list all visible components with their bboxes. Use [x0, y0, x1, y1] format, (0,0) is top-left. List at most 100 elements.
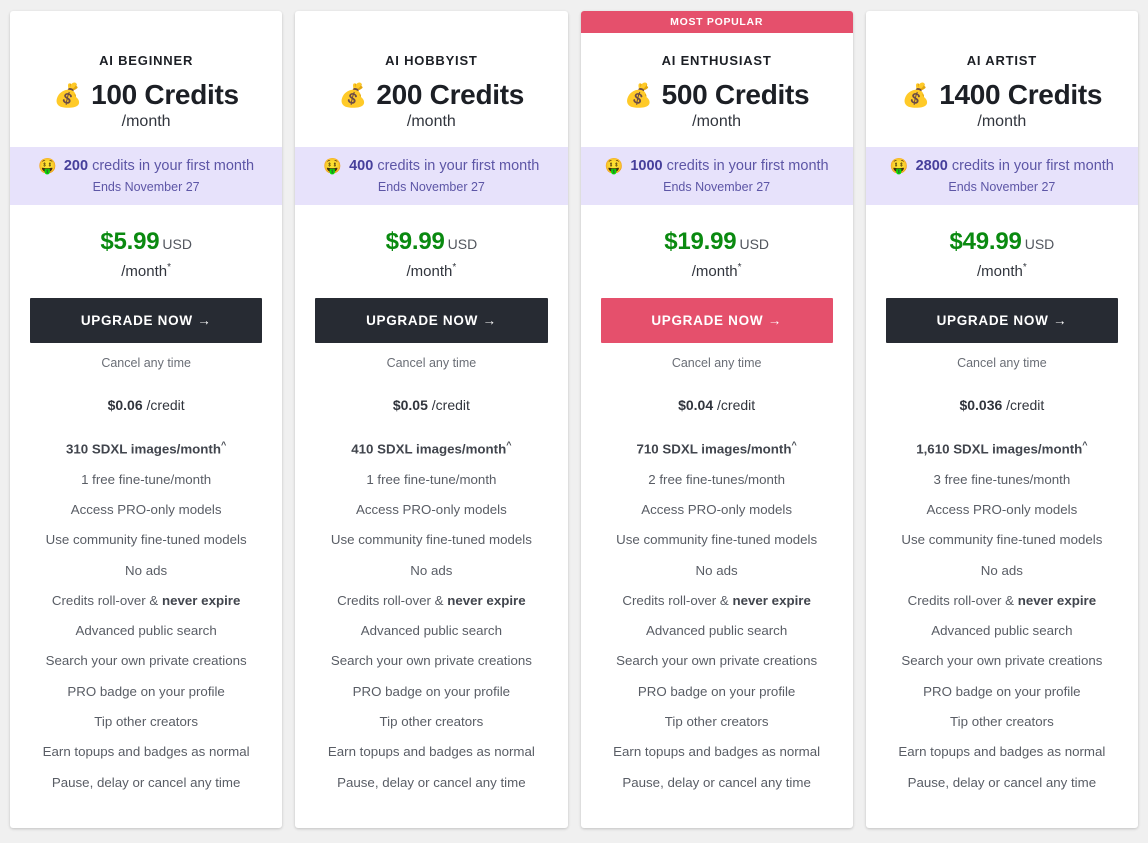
per-credit-amount: $0.05: [392, 397, 428, 414]
feature-text: Advanced public search: [931, 623, 1073, 639]
feature-text: PRO badge on your profile: [637, 683, 796, 699]
price-currency: USD: [1024, 235, 1055, 252]
feature-item: Earn topups and badges as normal: [18, 744, 274, 759]
per-credit-amount: $0.04: [678, 397, 714, 414]
upgrade-now-label: UPGRADE NOW: [366, 313, 479, 329]
feature-item: Use community fine-tuned models: [589, 532, 845, 547]
feature-item: Earn topups and badges as normal: [589, 744, 845, 759]
arrow-right-icon: →: [197, 313, 212, 329]
price-period: /month*: [593, 262, 841, 280]
feature-item: Access PRO-only models: [303, 502, 559, 517]
plan-card: AI HOBBYIST 💰 200 Credits/month 🤑 400 credit…: [295, 11, 568, 828]
feature-text: 310 SDXL images/month: [66, 441, 221, 457]
feature-item: No ads: [18, 563, 274, 578]
feature-list: 710 SDXL images/month^ 2 free fine-tunes/…: [581, 413, 853, 828]
cta-wrapper: UPGRADE NOW →: [10, 280, 282, 344]
feature-item: Use community fine-tuned models: [874, 532, 1130, 547]
price-asterisk: *: [452, 262, 457, 274]
plan-card: MOST POPULAR AI ENTHUSIAST 💰 500 Credits/mo…: [580, 11, 853, 828]
feature-text: Search your own private creations: [616, 653, 818, 669]
promo-bonus-credits: 2800: [915, 157, 948, 174]
feature-text: Credits roll-over &: [51, 592, 162, 608]
price-period-label: /month: [406, 263, 453, 281]
credits-row: 💰 1400 Credits: [876, 79, 1128, 111]
feature-item: 1 free fine-tune/month: [303, 472, 559, 487]
promo-description: credits in your first month: [377, 157, 540, 174]
footnote-caret-icon: ^: [220, 440, 227, 451]
feature-text: Earn topups and badges as normal: [327, 744, 535, 760]
money-bag-icon: 💰: [53, 81, 83, 108]
feature-text: Earn topups and badges as normal: [42, 744, 250, 760]
price-period: /month*: [307, 262, 555, 280]
feature-text: Pause, delay or cancel any time: [907, 774, 1097, 790]
feature-item: PRO badge on your profile: [589, 684, 845, 699]
cta-wrapper: UPGRADE NOW →: [866, 280, 1138, 344]
promo-main-line: 🤑 200 credits in your first month: [16, 157, 276, 176]
price-block: $19.99 USD/month*: [580, 204, 853, 281]
promo-main-line: 🤑 400 credits in your first month: [301, 157, 561, 176]
per-credit-unit: /credit: [717, 397, 756, 414]
feature-text: Access PRO-only models: [641, 502, 792, 518]
feature-text: PRO badge on your profile: [67, 683, 225, 699]
price-period-label: /month: [691, 263, 738, 281]
credits-amount: 100 Credits: [91, 79, 239, 110]
feature-item: 2 free fine-tunes/month: [589, 472, 845, 487]
feature-item: Tip other creators: [589, 714, 845, 729]
credits-amount: 500 Credits: [661, 79, 810, 110]
card-header: AI HOBBYIST 💰 200 Credits/month: [295, 33, 568, 147]
per-credit-price: $0.05 /credit: [295, 397, 567, 413]
upgrade-now-button[interactable]: UPGRADE NOW →: [885, 298, 1118, 344]
price-block: $49.99 USD/month*: [865, 204, 1138, 281]
plan-name: AI BEGINNER: [99, 53, 194, 68]
feature-item: Search your own private creations: [18, 653, 274, 668]
credits-amount: 1400 Credits: [939, 79, 1103, 110]
badge-spacer: [866, 11, 1138, 33]
feature-text: Credits roll-over &: [337, 592, 448, 608]
promo-description: credits in your first month: [666, 157, 829, 174]
feature-text: 1,610 SDXL images/month: [916, 441, 1083, 457]
feature-item: PRO badge on your profile: [18, 684, 274, 699]
footnote-caret-icon: ^: [791, 440, 797, 451]
feature-text: Tip other creators: [379, 713, 484, 729]
card-header: AI ENTHUSIAST 💰 500 Credits/month: [580, 33, 853, 147]
price-period: /month*: [878, 262, 1126, 280]
promo-bonus-credits: 1000: [630, 157, 663, 174]
feature-item: No ads: [589, 563, 845, 578]
feature-emphasis: never expire: [447, 592, 526, 608]
price-line: $5.99 USD: [22, 228, 270, 255]
promo-main-line: 🤑 2800 credits in your first month: [872, 157, 1132, 176]
promo-banner: 🤑 2800 credits in your first month Ends No…: [865, 146, 1138, 205]
credits-period: /month: [977, 112, 1027, 130]
feature-item: No ads: [874, 563, 1130, 578]
upgrade-now-label: UPGRADE NOW: [936, 313, 1049, 329]
credits-period: /month: [406, 112, 456, 130]
feature-text: 2 free fine-tunes/month: [648, 471, 785, 487]
feature-text: Pause, delay or cancel any time: [51, 774, 241, 790]
upgrade-now-button[interactable]: UPGRADE NOW →: [600, 298, 833, 344]
credits-period: /month: [692, 112, 742, 130]
feature-item: 310 SDXL images/month^: [18, 440, 274, 457]
feature-text: PRO badge on your profile: [352, 683, 511, 699]
upgrade-now-button[interactable]: UPGRADE NOW →: [30, 298, 263, 344]
feature-item: Advanced public search: [874, 623, 1130, 638]
plan-card: AI BEGINNER 💰 100 Credits/month 🤑 200 credit…: [10, 11, 283, 828]
promo-banner: 🤑 200 credits in your first month Ends Nov…: [10, 146, 283, 205]
feature-text: Search your own private creations: [45, 653, 247, 669]
price-period-label: /month: [121, 263, 168, 281]
feature-item: Advanced public search: [18, 623, 274, 638]
feature-item: Tip other creators: [303, 714, 559, 729]
feature-text: Credits roll-over &: [907, 592, 1018, 608]
feature-text: PRO badge on your profile: [923, 683, 1081, 699]
feature-item: Tip other creators: [18, 714, 274, 729]
price-currency: USD: [739, 235, 770, 252]
feature-item: 3 free fine-tunes/month: [874, 472, 1130, 487]
card-header: AI BEGINNER 💰 100 Credits/month: [10, 33, 283, 147]
promo-end-date: Ends November 27: [377, 179, 485, 194]
price-line: $49.99 USD: [878, 228, 1126, 255]
upgrade-now-button[interactable]: UPGRADE NOW →: [315, 298, 548, 344]
promo-bonus-credits: 400: [349, 157, 374, 174]
upgrade-now-label: UPGRADE NOW: [80, 313, 193, 329]
feature-list: 410 SDXL images/month^ 1 free fine-tune/m…: [295, 413, 567, 828]
feature-text: Search your own private creations: [901, 653, 1103, 669]
per-credit-unit: /credit: [146, 397, 185, 414]
